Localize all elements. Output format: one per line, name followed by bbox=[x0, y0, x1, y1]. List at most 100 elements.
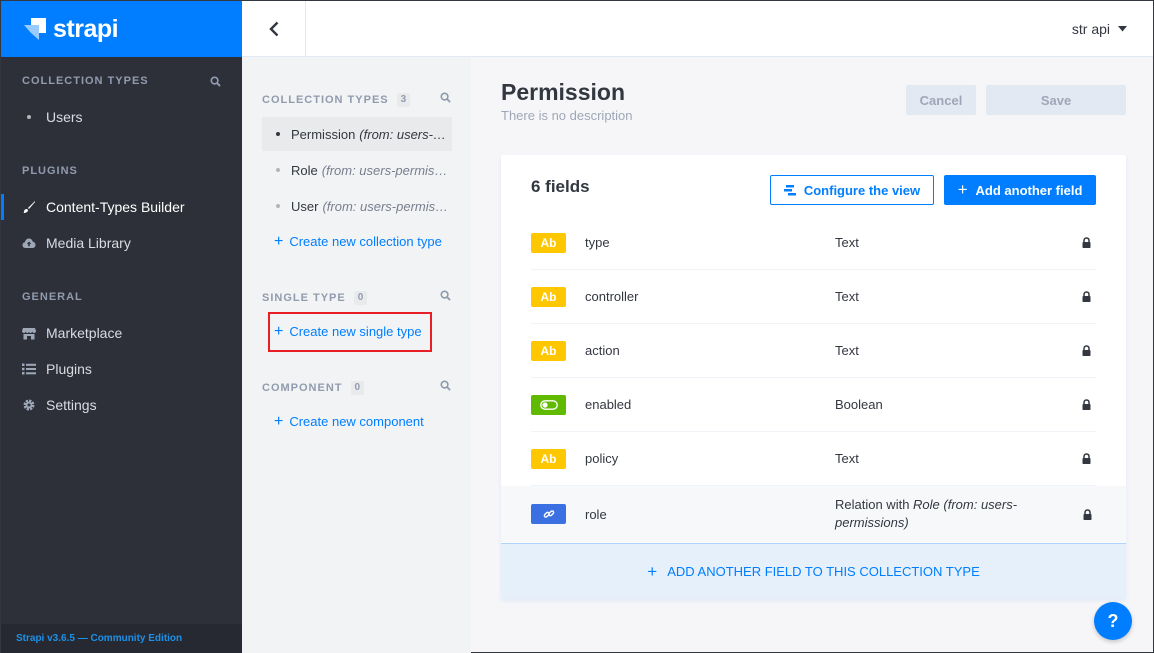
nav-item-label: Marketplace bbox=[46, 325, 123, 341]
field-type: Text bbox=[835, 288, 859, 304]
ctb-section-label: SINGLE TYPE bbox=[262, 292, 346, 304]
save-button[interactable]: Save bbox=[986, 85, 1126, 115]
field-row-role[interactable]: role Relation with Role (from: users-per… bbox=[501, 486, 1126, 542]
bullet-icon bbox=[276, 132, 280, 136]
field-row-enabled[interactable]: enabled Boolean bbox=[531, 378, 1096, 432]
field-name: type bbox=[585, 235, 610, 250]
plus-icon: + bbox=[274, 413, 284, 430]
lock-icon bbox=[1083, 508, 1092, 520]
search-icon[interactable] bbox=[440, 92, 451, 103]
back-button[interactable] bbox=[242, 1, 306, 57]
highlight-annotation-box bbox=[268, 312, 432, 352]
toggle-icon bbox=[531, 394, 566, 415]
store-icon bbox=[22, 327, 36, 340]
configure-view-button[interactable]: Configure the view bbox=[770, 175, 934, 205]
field-name: enabled bbox=[585, 397, 632, 412]
nav-item-marketplace[interactable]: Marketplace bbox=[1, 315, 242, 351]
search-icon[interactable] bbox=[440, 290, 451, 301]
ctb-item-source: (from: users-permissions) bbox=[321, 162, 452, 178]
field-type: Text bbox=[835, 234, 859, 250]
ctb-item-source: (from: users-permissions) bbox=[359, 126, 452, 142]
lock-icon bbox=[1082, 237, 1091, 248]
nav-item-media-library[interactable]: Media Library bbox=[1, 225, 242, 261]
field-name: policy bbox=[585, 451, 619, 466]
general-section-title: GENERAL bbox=[22, 291, 83, 303]
layout-icon bbox=[783, 184, 796, 195]
add-another-field-button[interactable]: + Add another field bbox=[944, 175, 1096, 205]
cancel-button[interactable]: Cancel bbox=[906, 85, 976, 115]
fields-count: 6 fields bbox=[531, 177, 590, 196]
search-icon[interactable] bbox=[210, 75, 221, 87]
ctb-item-name: User bbox=[291, 198, 319, 214]
left-navigation: strapi COLLECTION TYPES Users PLUGINS Co… bbox=[1, 1, 242, 653]
gear-icon bbox=[22, 398, 36, 412]
link-label: Create new collection type bbox=[289, 234, 442, 249]
button-label: ADD ANOTHER FIELD TO THIS COLLECTION TYP… bbox=[667, 564, 980, 579]
cloud-upload-icon bbox=[22, 237, 36, 249]
field-name: controller bbox=[585, 289, 639, 304]
ctb-collection-types-title: COLLECTION TYPES 3 bbox=[262, 93, 411, 107]
nav-item-content-types-builder[interactable]: Content-Types Builder bbox=[1, 189, 242, 225]
nav-item-label: Media Library bbox=[46, 235, 131, 251]
search-icon[interactable] bbox=[440, 380, 451, 391]
relation-prefix: Relation with bbox=[835, 497, 914, 512]
bullet-icon bbox=[27, 115, 31, 119]
field-row-policy[interactable]: Ab policy Text bbox=[531, 432, 1096, 486]
field-type: Boolean bbox=[835, 396, 883, 412]
add-field-to-collection-button[interactable]: + ADD ANOTHER FIELD TO THIS COLLECTION T… bbox=[501, 543, 1126, 599]
brand-name: strapi bbox=[53, 14, 119, 43]
ctb-item-permission[interactable]: Permission (from: users-permissions) bbox=[262, 117, 452, 151]
ctb-section-label: COLLECTION TYPES bbox=[262, 94, 389, 106]
create-collection-type-link[interactable]: + Create new collection type bbox=[274, 234, 442, 250]
user-name: str api bbox=[1071, 21, 1110, 37]
lock-icon bbox=[1082, 345, 1091, 356]
text-field-icon: Ab bbox=[531, 340, 566, 361]
ctb-item-name: Permission bbox=[291, 126, 356, 142]
create-component-link[interactable]: + Create new component bbox=[274, 413, 424, 430]
user-menu[interactable]: str api bbox=[1072, 1, 1127, 57]
page-title: Permission bbox=[501, 79, 625, 105]
text-field-icon: Ab bbox=[531, 232, 566, 253]
version-footer: Strapi v3.6.5 — Community Edition bbox=[1, 624, 242, 653]
help-button[interactable]: ? bbox=[1094, 602, 1132, 640]
collection-types-label: COLLECTION TYPES bbox=[22, 75, 149, 87]
field-type: Text bbox=[835, 342, 859, 358]
nav-item-users[interactable]: Users bbox=[1, 99, 242, 135]
text-field-icon: Ab bbox=[531, 448, 566, 469]
count-badge: 0 bbox=[353, 291, 368, 305]
plus-icon: + bbox=[957, 180, 968, 199]
field-type: Text bbox=[835, 450, 859, 466]
strapi-logo-icon bbox=[24, 18, 46, 40]
plus-icon: + bbox=[647, 561, 658, 581]
nav-item-label: Users bbox=[46, 109, 83, 125]
lock-icon bbox=[1082, 291, 1091, 302]
ctb-section-label: COMPONENT bbox=[262, 382, 343, 394]
nav-item-label: Plugins bbox=[46, 361, 92, 377]
nav-item-plugins[interactable]: Plugins bbox=[1, 351, 242, 387]
field-name: action bbox=[585, 343, 620, 358]
plugins-section-title: PLUGINS bbox=[22, 165, 78, 177]
caret-down-icon bbox=[1118, 26, 1127, 32]
paintbrush-icon bbox=[22, 200, 36, 214]
fields-card: 6 fields Configure the view + Add anothe… bbox=[501, 155, 1126, 599]
top-header: str api bbox=[242, 1, 1153, 57]
ctb-item-role[interactable]: Role (from: users-permissions) bbox=[262, 153, 452, 187]
field-row-action[interactable]: Ab action Text bbox=[531, 324, 1096, 378]
ctb-item-user[interactable]: User (from: users-permissions) bbox=[262, 189, 452, 223]
link-icon bbox=[531, 504, 566, 524]
strapi-logo[interactable]: strapi bbox=[23, 14, 119, 44]
field-row-controller[interactable]: Ab controller Text bbox=[531, 270, 1096, 324]
nav-item-label: Settings bbox=[46, 397, 97, 413]
chevron-left-icon bbox=[268, 21, 278, 37]
ctb-component-title: COMPONENT 0 bbox=[262, 381, 365, 395]
page-description: There is no description bbox=[501, 108, 633, 123]
bullet-icon bbox=[276, 204, 280, 208]
ctb-item-source: (from: users-permissions) bbox=[322, 198, 452, 214]
field-row-type[interactable]: Ab type Text bbox=[531, 216, 1096, 270]
brand-bar[interactable]: strapi bbox=[1, 1, 242, 57]
nav-item-settings[interactable]: Settings bbox=[1, 387, 242, 423]
link-label: Create new component bbox=[289, 414, 424, 429]
list-icon bbox=[22, 363, 36, 375]
count-badge: 3 bbox=[396, 93, 411, 107]
bullet-icon bbox=[276, 168, 280, 172]
